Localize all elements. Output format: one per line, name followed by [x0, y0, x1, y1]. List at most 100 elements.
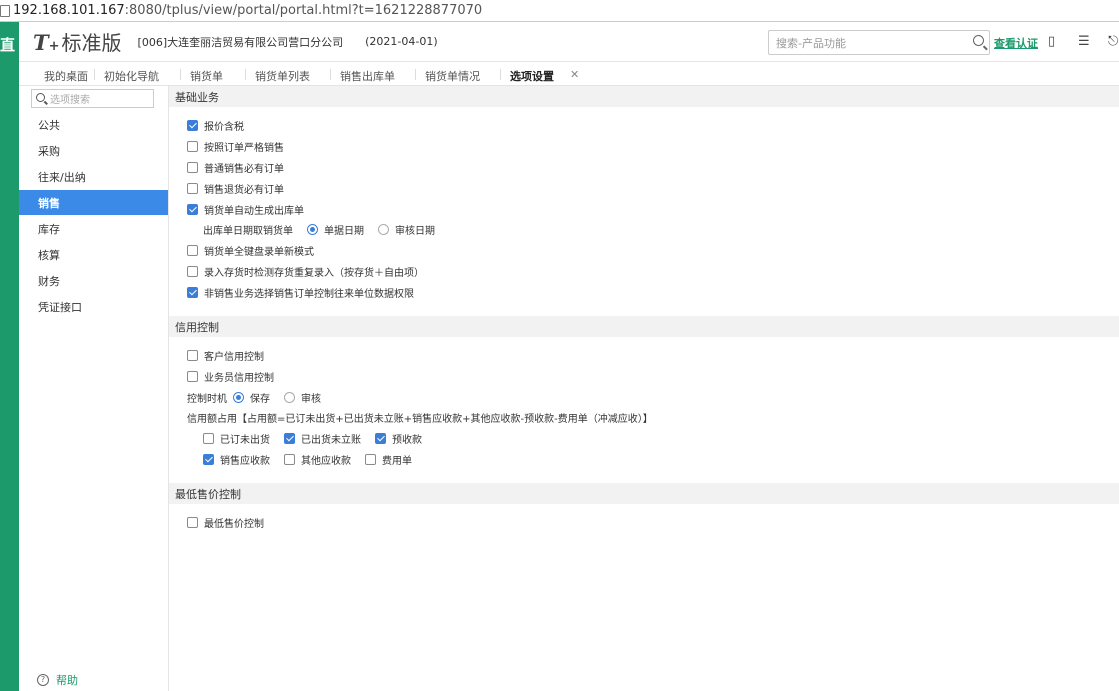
option-checkbox[interactable]	[187, 141, 198, 152]
option-row[interactable]: 业务员信用控制	[187, 369, 274, 384]
option-row[interactable]: 销售退货必有订单	[187, 181, 284, 196]
option-row[interactable]: 销货单全键盘录单新模式	[187, 243, 314, 258]
option-checkbox[interactable]	[187, 371, 198, 382]
sidebar-item-cashier[interactable]: 往来/出纳	[19, 164, 168, 189]
option-row[interactable]: 普通销售必有订单	[187, 160, 284, 175]
help-link[interactable]: ? 帮助	[37, 672, 78, 688]
verify-link[interactable]: 查看认证	[994, 35, 1038, 51]
app-left-strip: 直	[0, 22, 19, 691]
section-credit-title: 信用控制	[169, 316, 1119, 337]
option-checkbox[interactable]	[187, 350, 198, 361]
help-icon: ?	[37, 674, 49, 686]
option-checkbox[interactable]	[187, 204, 198, 215]
list-settings-icon[interactable]: ☰	[1078, 35, 1090, 48]
credit-formula: 信用额占用【占用额=已订未出货+已出货未立账+销售应收款+其他应收款-预收款-费…	[187, 414, 653, 425]
option-checkbox[interactable]	[187, 162, 198, 173]
tab-init-nav[interactable]: 初始化导航	[94, 68, 159, 84]
option-checkbox[interactable]	[187, 287, 198, 298]
sidebar-item-inventory[interactable]: 库存	[19, 216, 168, 241]
radio-audit[interactable]	[284, 392, 295, 403]
document-icon[interactable]: ▯	[1048, 35, 1060, 48]
credit-item-checkbox[interactable]	[203, 433, 214, 444]
control-timing-row: 控制时机 保存 审核	[187, 390, 321, 405]
option-row[interactable]: 按照订单严格销售	[187, 139, 284, 154]
search-icon[interactable]	[973, 35, 984, 46]
radio-audit-label: 审核	[301, 394, 321, 405]
option-checkbox[interactable]	[187, 266, 198, 277]
credit-item-checkbox[interactable]	[284, 433, 295, 444]
radio-doc-date[interactable]	[307, 224, 318, 235]
radio-audit-date[interactable]	[378, 224, 389, 235]
tab-sales-delivery[interactable]: 销货单	[180, 68, 223, 84]
option-row[interactable]: 录入存货时检测存货重复录入（按存货＋自由项）	[187, 264, 424, 279]
option-row[interactable]: 最低售价控制	[187, 515, 264, 530]
option-search-placeholder: 选项搜索	[50, 95, 90, 106]
tab-sales-delivery-status[interactable]: 销货单情况	[415, 68, 480, 84]
page-icon	[0, 4, 10, 17]
credit-item-label: 费用单	[382, 456, 412, 467]
option-label: 按照订单严格销售	[204, 143, 284, 154]
credit-item-label: 已出货未立账	[301, 435, 361, 446]
option-checkbox[interactable]	[187, 245, 198, 256]
tab-sales-delivery-list[interactable]: 销货单列表	[245, 68, 310, 84]
tab-options-label: 选项设置	[510, 70, 554, 83]
credit-item-checkbox[interactable]	[203, 454, 214, 465]
radio-save[interactable]	[233, 392, 244, 403]
page-tabs: 我的桌面 初始化导航 销货单 销货单列表 销售出库单 销货单情况 选项设置 ✕	[19, 62, 1119, 89]
sidebar-item-sales[interactable]: 销售	[19, 190, 168, 215]
credit-item-label: 预收款	[392, 435, 422, 446]
option-label: 业务员信用控制	[204, 373, 274, 384]
option-label: 录入存货时检测存货重复录入（按存货＋自由项）	[204, 268, 424, 279]
product-search-input[interactable]: 搜索-产品功能	[768, 30, 990, 55]
option-label: 普通销售必有订单	[204, 164, 284, 175]
option-label: 销售退货必有订单	[204, 185, 284, 196]
option-checkbox[interactable]	[187, 120, 198, 131]
url-host: 192.168.101.167	[13, 3, 125, 18]
option-checkbox[interactable]	[187, 183, 198, 194]
credit-item-checkbox[interactable]	[284, 454, 295, 465]
sidebar-item-public[interactable]: 公共	[19, 112, 168, 137]
url-path: :8080/tplus/view/portal/portal.html?t=16…	[124, 3, 483, 18]
option-label: 销货单全键盘录单新模式	[204, 247, 314, 258]
section-minprice-title: 最低售价控制	[169, 483, 1119, 504]
option-search-input[interactable]: 选项搜索	[31, 89, 154, 108]
options-content: 基础业务 报价含税 按照订单严格销售 普通销售必有订单 销售退货必有订单 销货单…	[169, 86, 1119, 691]
option-row[interactable]: 报价含税	[187, 118, 244, 133]
option-label: 最低售价控制	[204, 519, 264, 530]
credit-item-checkbox[interactable]	[375, 433, 386, 444]
browser-url-bar[interactable]: 192.168.101.167 :8080/tplus/view/portal/…	[0, 0, 1119, 22]
company-name: [006]大连奎丽洁贸易有限公司营口分公司	[137, 35, 344, 49]
outbound-date-row: 出库单日期取销货单 单据日期 审核日期	[203, 222, 435, 237]
help-label: 帮助	[56, 674, 78, 687]
option-label: 销货单自动生成出库单	[204, 206, 304, 217]
option-label: 报价含税	[204, 122, 244, 133]
option-row[interactable]: 非销售业务选择销售订单控制往来单位数据权限	[187, 285, 414, 300]
sidebar-item-purchase[interactable]: 采购	[19, 138, 168, 163]
sidebar-item-voucher[interactable]: 凭证接口	[19, 294, 168, 319]
option-row[interactable]: 客户信用控制	[187, 348, 264, 363]
control-timing-label: 控制时机	[187, 394, 227, 405]
tab-desktop[interactable]: 我的桌面	[44, 68, 88, 84]
left-strip-char: 直	[0, 36, 16, 54]
tab-sales-outbound[interactable]: 销售出库单	[330, 68, 395, 84]
logo-text: 标准版	[61, 31, 122, 55]
sidebar-item-finance[interactable]: 财务	[19, 268, 168, 293]
search-icon	[36, 93, 45, 102]
logo-t: T	[33, 30, 49, 55]
credit-item-checkbox[interactable]	[365, 454, 376, 465]
tab-options[interactable]: 选项设置 ✕	[500, 68, 579, 89]
radio-audit-date-label: 审核日期	[395, 226, 435, 237]
option-label: 客户信用控制	[204, 352, 264, 363]
logout-icon[interactable]: ⎋	[1108, 35, 1119, 48]
account-date: (2021-04-01)	[365, 35, 438, 48]
tab-close-icon[interactable]: ✕	[570, 68, 579, 81]
credit-items-row-2: 销售应收款 其他应收款 费用单	[203, 452, 412, 467]
radio-save-label: 保存	[250, 394, 270, 405]
radio-doc-date-label: 单据日期	[324, 226, 364, 237]
search-placeholder: 搜索-产品功能	[776, 36, 846, 50]
sidebar-item-costing[interactable]: 核算	[19, 242, 168, 267]
credit-items-row-1: 已订未出货 已出货未立账 预收款	[203, 431, 422, 446]
option-row[interactable]: 销货单自动生成出库单	[187, 202, 304, 217]
credit-item-label: 其他应收款	[301, 456, 351, 467]
option-checkbox[interactable]	[187, 517, 198, 528]
